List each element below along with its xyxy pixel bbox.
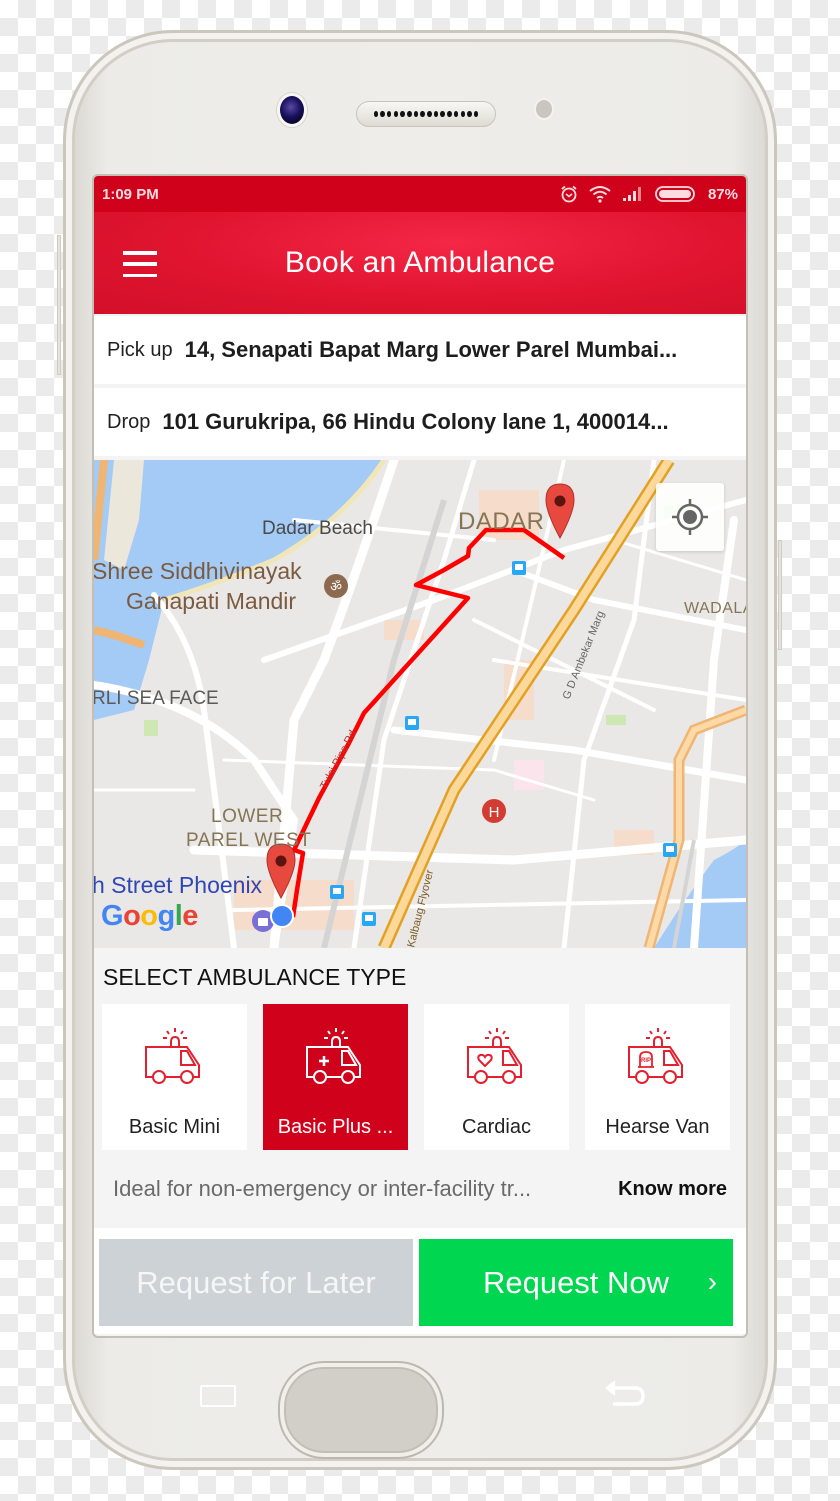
hamburger-menu-icon[interactable] <box>123 251 157 277</box>
hearse-van-icon: RIP <box>627 1028 683 1084</box>
ambulance-type-hearse-van[interactable]: RIP Hearse Van <box>585 1004 730 1150</box>
map-label-dadar: DADAR <box>458 508 545 535</box>
transit-stop-icon <box>512 561 526 575</box>
ambulance-description: Ideal for non-emergency or inter-facilit… <box>94 1150 746 1228</box>
map-label-siddhivinayak-2: Ganapati Mandir <box>126 588 297 614</box>
map-label-worli-sea-face: RLI SEA FACE <box>94 688 219 709</box>
section-title: SELECT AMBULANCE TYPE <box>103 964 407 990</box>
destination-marker-icon <box>545 483 575 540</box>
back-arrow-icon <box>605 1380 645 1406</box>
page-title: Book an Ambulance <box>284 246 556 279</box>
drop-label: Drop <box>107 410 151 433</box>
svg-text:RIP: RIP <box>640 1058 650 1064</box>
front-camera <box>277 93 307 127</box>
ambulance-description-text: Ideal for non-emergency or inter-facilit… <box>113 1176 532 1201</box>
drop-value: 101 Gurukripa, 66 Hindu Colony lane 1, 4… <box>162 409 669 434</box>
svg-text:ॐ: ॐ <box>330 580 342 595</box>
map-label-dadar-beach: Dadar Beach <box>262 518 373 539</box>
route-map[interactable]: ॐ H G D Ambekar Marg Tulsi Pipe Rd Kalba… <box>94 460 746 948</box>
hospital-icon: H <box>482 799 506 823</box>
transit-stop-icon <box>663 843 677 857</box>
proximity-sensor <box>534 98 554 120</box>
my-location-button[interactable] <box>656 483 724 551</box>
recent-apps-button[interactable] <box>200 1385 236 1407</box>
app-bar: Book an Ambulance <box>94 212 746 314</box>
park <box>144 720 158 736</box>
transit-stop-icon <box>330 885 344 899</box>
road-label-tulsi: Tulsi Pipe Rd <box>318 728 359 791</box>
battery-icon <box>655 186 695 202</box>
request-now-label: Request Now <box>482 1264 670 1300</box>
signal-icon <box>622 187 641 201</box>
park <box>606 715 626 725</box>
transit-stop-icon <box>362 912 376 926</box>
request-now-button[interactable]: Request Now › <box>419 1239 733 1326</box>
pickup-address-field[interactable]: Pick up 14, Senapati Bapat Marg Lower Pa… <box>94 316 746 384</box>
map-label-phoenix: h Street Phoenix <box>94 872 263 898</box>
status-time: 1:09 PM <box>102 185 159 203</box>
pickup-value: 14, Senapati Bapat Marg Lower Parel Mumb… <box>184 337 678 362</box>
ambulance-plus-icon <box>305 1028 361 1084</box>
ambulance-type-basic-mini[interactable]: Basic Mini <box>102 1004 247 1150</box>
ambulance-type-list: Basic Mini Basic Plus ... Cardiac RIP He… <box>94 1004 746 1150</box>
earpiece-speaker <box>356 101 496 127</box>
phone-side-button-left <box>57 235 61 375</box>
ambulance-type-label: Hearse Van <box>605 1116 710 1138</box>
drop-address-field[interactable]: Drop 101 Gurukripa, 66 Hindu Colony lane… <box>94 388 746 456</box>
chevron-right-icon: › <box>707 1266 717 1297</box>
hospital-area <box>514 760 544 790</box>
back-button[interactable] <box>603 1380 649 1414</box>
home-button[interactable] <box>280 1363 442 1457</box>
ambulance-type-basic-plus[interactable]: Basic Plus ... <box>263 1004 408 1150</box>
map-label-lower-parel-2: PAREL WEST <box>186 830 312 851</box>
current-location-dot <box>270 904 294 928</box>
request-later-button[interactable]: Request for Later <box>99 1239 413 1326</box>
battery-percent: 87% <box>707 185 738 203</box>
ambulance-heart-icon <box>466 1028 522 1084</box>
app-screen: 1:09 PM 87% Book an Ambulance Pick up 14… <box>94 176 746 1336</box>
wifi-icon <box>589 186 611 203</box>
my-location-icon <box>672 499 708 535</box>
ambulance-type-label: Basic Plus ... <box>277 1116 394 1138</box>
ambulance-type-label: Cardiac <box>462 1116 531 1138</box>
temple-icon: ॐ <box>324 574 348 598</box>
ambulance-van-icon <box>144 1028 200 1084</box>
action-bar: Request for Later Request Now › <box>94 1228 746 1334</box>
google-logo: Google <box>101 900 198 932</box>
ambulance-type-cardiac[interactable]: Cardiac <box>424 1004 569 1150</box>
transit-stop-icon <box>405 716 419 730</box>
status-bar: 1:09 PM 87% <box>94 176 746 212</box>
svg-text:H: H <box>489 804 500 821</box>
map-label-lower-parel: LOWER <box>211 806 284 827</box>
pickup-label: Pick up <box>107 338 173 361</box>
map-label-wadala: WADALA <box>684 600 746 617</box>
phone-side-button <box>778 540 782 650</box>
map-label-siddhivinayak: Shree Siddhivinayak <box>94 558 302 584</box>
alarm-icon <box>561 185 577 203</box>
know-more-link[interactable]: Know more <box>618 1178 727 1201</box>
ambulance-type-label: Basic Mini <box>128 1116 221 1138</box>
